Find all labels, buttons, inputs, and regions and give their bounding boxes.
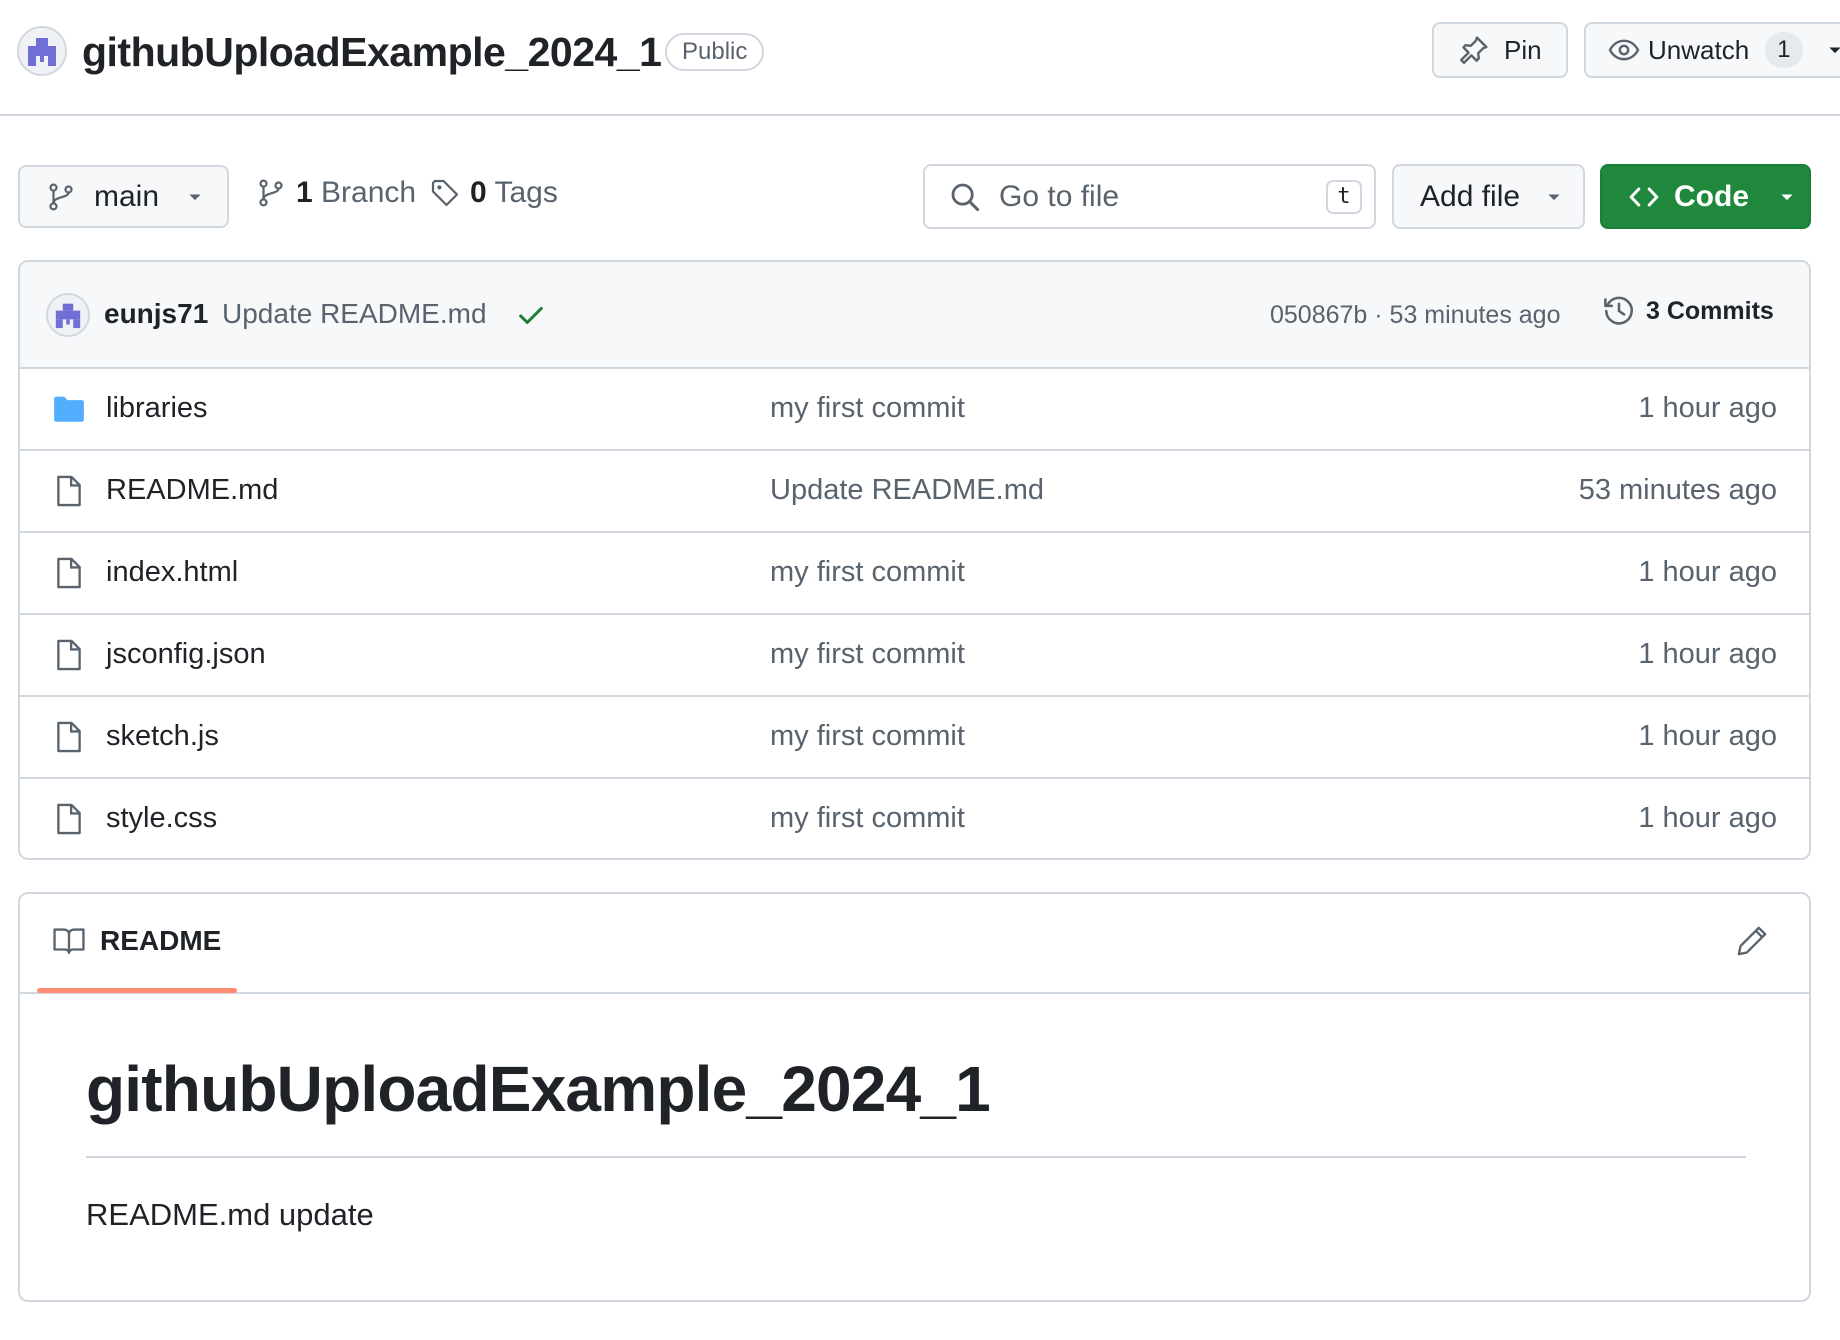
search-shortcut-key: t [1326,179,1362,214]
branch-count: 1 [296,176,313,209]
readme-tab[interactable]: README [52,924,221,958]
chevron-down-icon [1828,47,1840,54]
file-row[interactable]: README.md Update README.md 53 minutes ag… [20,451,1809,533]
file-name[interactable]: README.md [106,474,278,507]
identicon-icon [48,295,88,335]
readme-body-text: README.md update [86,1197,374,1232]
file-icon [57,721,81,753]
pencil-icon[interactable] [1735,924,1769,958]
file-row[interactable]: style.css my first commit 1 hour ago [20,779,1809,858]
file-name[interactable]: sketch.js [106,720,219,753]
file-commit-time: 1 hour ago [1638,638,1777,670]
watch-label: Unwatch [1648,34,1750,65]
repo-name[interactable]: githubUploadExample_2024_1 [82,27,662,77]
file-icon [57,557,81,589]
readme-heading: githubUploadExample_2024_1 [86,1053,991,1125]
file-row[interactable]: libraries my first commit 1 hour ago [20,369,1809,451]
code-button[interactable]: Code [1600,164,1811,229]
go-to-file-input[interactable]: Go to file t [923,164,1376,229]
file-commit-message[interactable]: my first commit [770,556,965,589]
eye-icon [1608,39,1640,61]
file-icon [57,475,81,507]
book-icon [53,928,85,955]
search-icon [951,183,980,211]
latest-commit-bar: eunjs71 Update README.md 050867b · 53 mi… [20,262,1809,369]
repo-header: githubUploadExample_2024_1 Public Pin Un… [0,0,1840,116]
file-row[interactable]: jsconfig.json my first commit 1 hour ago [20,615,1809,697]
watch-count: 1 [1765,32,1803,68]
file-name[interactable]: jsconfig.json [106,638,266,671]
tag-label: Tags [494,176,558,209]
commit-message[interactable]: Update README.md [222,298,487,330]
file-row[interactable]: sketch.js my first commit 1 hour ago [20,697,1809,779]
file-list: eunjs71 Update README.md 050867b · 53 mi… [18,260,1811,860]
chevron-down-icon [1548,194,1560,200]
commit-author-avatar[interactable] [46,293,90,337]
code-label: Code [1674,179,1749,213]
git-branch-icon [49,182,73,210]
file-commit-message[interactable]: Update README.md [770,474,1044,507]
tags-link[interactable]: 0 Tags [430,176,558,210]
file-commit-time: 53 minutes ago [1578,474,1777,506]
file-row[interactable]: index.html my first commit 1 hour ago [20,533,1809,615]
file-name[interactable]: style.css [106,802,217,835]
branch-selector[interactable]: main [18,165,229,228]
visibility-badge: Public [665,33,765,71]
file-commit-message[interactable]: my first commit [770,638,965,671]
file-commit-message[interactable]: my first commit [770,802,965,835]
active-tab-indicator [37,988,237,993]
git-branch-icon [259,179,283,207]
history-icon [1604,296,1633,325]
file-commit-message[interactable]: my first commit [770,392,965,425]
file-commit-message[interactable]: my first commit [770,720,965,753]
tag-count: 0 [470,176,487,209]
readme-header: README [20,894,1809,994]
file-icon [57,639,81,671]
folder-icon [54,396,84,422]
commits-count-label: 3 Commits [1646,296,1774,325]
code-icon [1629,187,1659,206]
chevron-down-icon [189,194,201,200]
readme-panel: README githubUploadExample_2024_1 README… [18,892,1811,1302]
pin-label: Pin [1504,34,1542,65]
file-name[interactable]: index.html [106,556,238,589]
chevron-down-icon [1781,194,1793,200]
add-file-label: Add file [1420,179,1521,213]
pin-icon [1460,36,1488,64]
readme-divider [86,1156,1746,1158]
file-commit-time: 1 hour ago [1638,802,1777,834]
branches-link[interactable]: 1 Branch [256,176,416,210]
commit-author[interactable]: eunjs71 [104,298,208,330]
commits-link[interactable]: 3 Commits [1602,294,1774,328]
file-commit-time: 1 hour ago [1638,392,1777,424]
check-icon[interactable] [516,300,546,330]
file-name[interactable]: libraries [106,392,208,425]
pin-button[interactable]: Pin [1432,22,1568,78]
commit-sha-time[interactable]: 050867b · 53 minutes ago [1270,301,1561,330]
readme-tab-label: README [100,925,222,956]
file-commit-time: 1 hour ago [1638,720,1777,752]
identicon-icon [19,28,65,74]
branch-label: Branch [321,176,417,209]
file-icon [57,803,81,835]
search-placeholder: Go to file [999,179,1120,213]
owner-avatar[interactable] [17,26,67,76]
add-file-button[interactable]: Add file [1392,164,1585,229]
tag-icon [431,179,459,207]
watch-button[interactable]: Unwatch 1 [1584,22,1840,78]
file-commit-time: 1 hour ago [1638,556,1777,588]
branch-name: main [94,179,160,213]
